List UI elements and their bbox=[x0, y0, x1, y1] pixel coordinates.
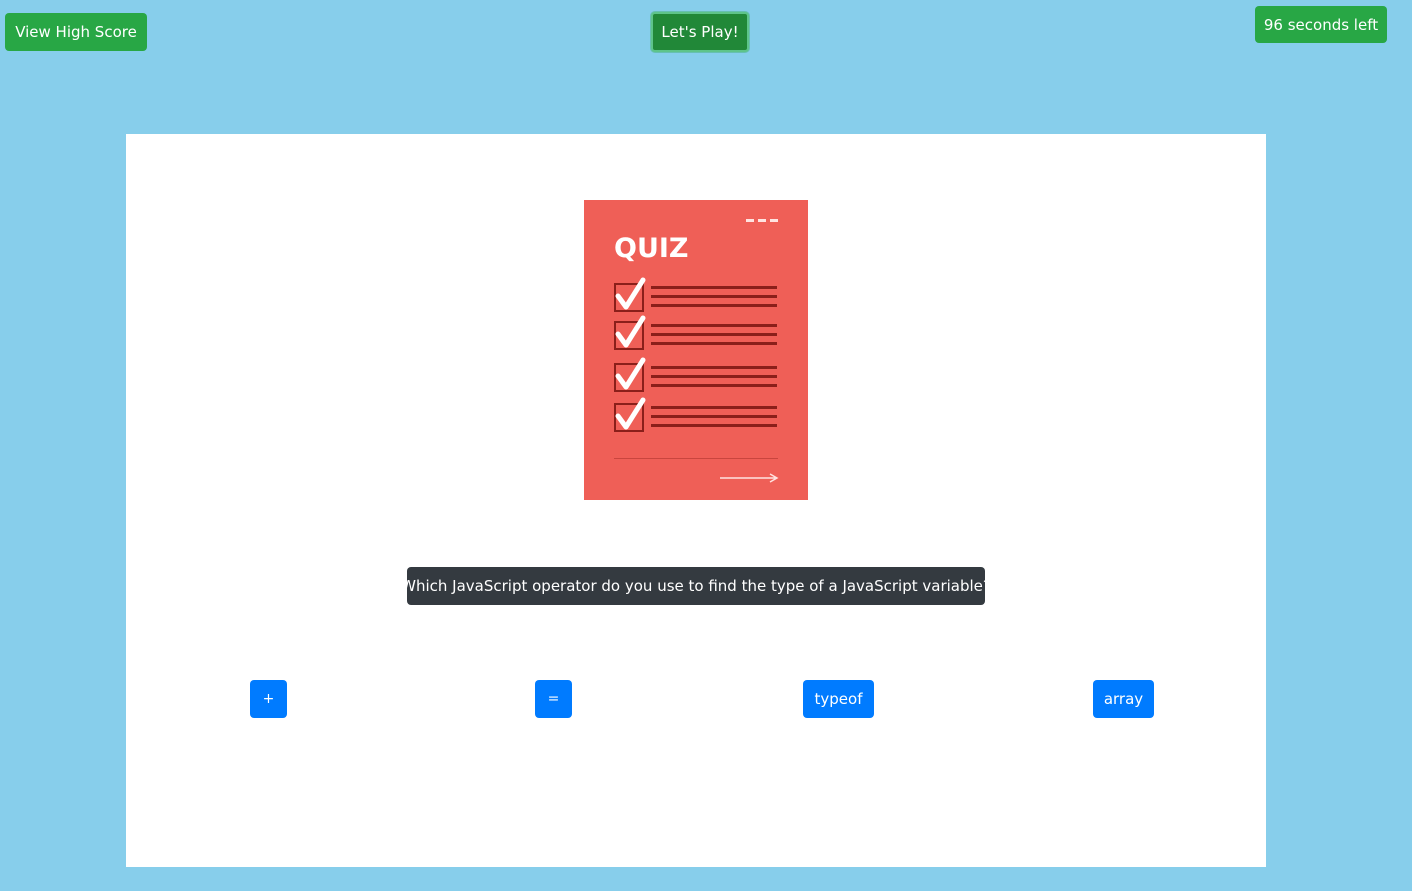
quiz-image-title: QUIZ bbox=[614, 233, 689, 264]
quiz-image-divider bbox=[614, 458, 778, 459]
quiz-checklist-illustration: QUIZ bbox=[584, 200, 808, 500]
quiz-card: QUIZ Which JavaScript operator do you us… bbox=[126, 134, 1266, 867]
lets-play-button[interactable]: Let's Play! bbox=[651, 12, 749, 52]
timer-badge: 96 seconds left bbox=[1255, 6, 1387, 43]
question-text: Which JavaScript operator do you use to … bbox=[401, 567, 991, 605]
answer-button-equals[interactable]: = bbox=[535, 680, 572, 718]
answer-button-typeof[interactable]: typeof bbox=[803, 680, 874, 718]
answer-button-array[interactable]: array bbox=[1093, 680, 1154, 718]
answer-button-plus[interactable]: + bbox=[250, 680, 287, 718]
view-high-score-button[interactable]: View High Score bbox=[5, 13, 147, 51]
